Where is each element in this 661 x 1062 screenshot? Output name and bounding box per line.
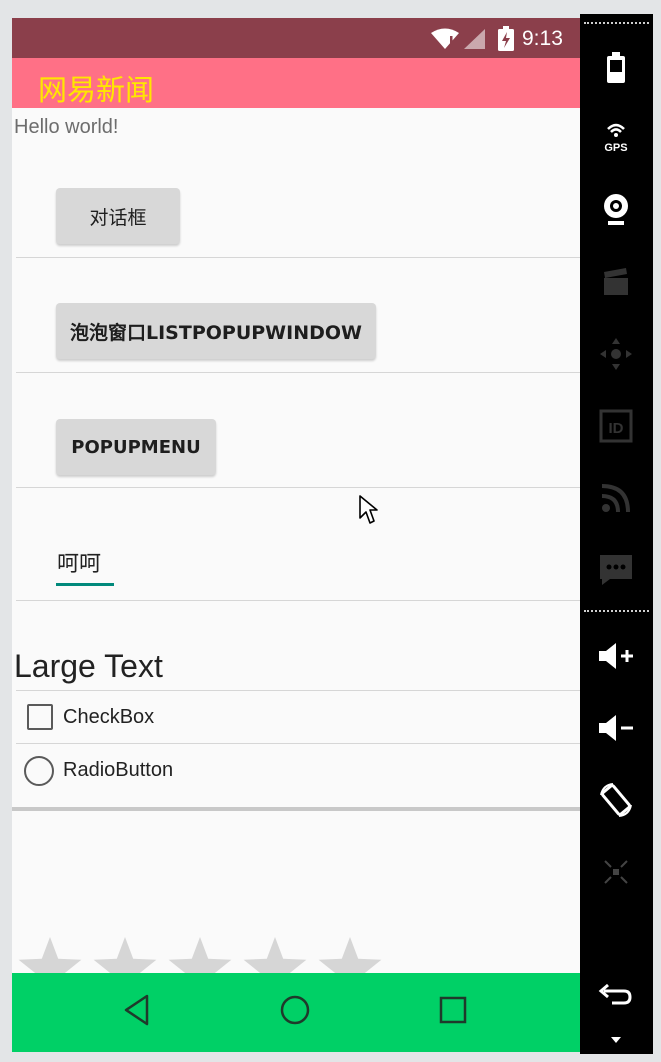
divider [16,690,580,691]
app-title: 网易新闻 [38,73,155,107]
volume-down-icon[interactable] [596,708,636,748]
emulator-side-toolbar: GPS ID [580,14,653,1054]
rotate-icon[interactable] [596,780,636,820]
navigation-bar [12,973,580,1052]
toolbar-separator [584,22,649,26]
camera-icon[interactable] [596,190,636,230]
dialog-button[interactable]: 对话框 [56,188,180,244]
svg-text:ID: ID [609,420,624,437]
status-bar: 9:13 [12,18,580,58]
mouse-cursor-icon [359,495,378,524]
svg-text:GPS: GPS [604,142,627,153]
back-icon[interactable] [122,993,152,1027]
radio-button[interactable] [24,756,54,786]
sms-icon[interactable] [596,550,636,590]
divider [16,372,580,373]
checkbox[interactable] [27,704,53,730]
volume-up-icon[interactable] [596,636,636,676]
rss-icon[interactable] [596,478,636,518]
radio-button-label[interactable]: RadioButton [63,759,173,782]
zoom-icon[interactable] [596,852,636,892]
large-text-label: Large Text [14,648,163,684]
id-icon[interactable]: ID [596,406,636,446]
home-icon[interactable] [278,993,312,1027]
divider [16,600,580,601]
list-popup-window-button[interactable]: 泡泡窗口LISTPOPUPWINDOW [56,303,376,359]
battery-icon[interactable] [596,48,636,88]
popup-menu-button[interactable]: POPUPMENU [56,419,216,475]
battery-charging-icon [498,26,514,51]
dpad-icon[interactable] [596,334,636,374]
action-bar: 网易新闻 [12,58,580,108]
edit-text-underline [56,583,114,586]
clapper-icon[interactable] [596,262,636,302]
phone-screen: 9:13 网易新闻 Hello world! 对话框 泡泡窗口LISTPOPUP… [12,18,580,1052]
checkbox-label[interactable]: CheckBox [63,706,154,729]
gps-icon[interactable]: GPS [596,116,636,156]
status-time: 9:13 [522,27,563,50]
edit-text-field[interactable]: 呵呵 [57,546,101,578]
signal-icon [464,29,485,49]
divider [16,743,580,744]
chevron-down-icon[interactable] [596,1020,636,1060]
wifi-icon [431,28,459,49]
hello-world-text: Hello world! [14,116,119,138]
recent-apps-icon[interactable] [438,995,468,1025]
divider [16,257,580,258]
divider [16,487,580,488]
toolbar-separator [584,610,649,614]
back-icon[interactable] [596,976,636,1016]
emulator-window: 9:13 网易新闻 Hello world! 对话框 泡泡窗口LISTPOPUP… [0,0,661,1062]
progress-bar [12,807,580,811]
